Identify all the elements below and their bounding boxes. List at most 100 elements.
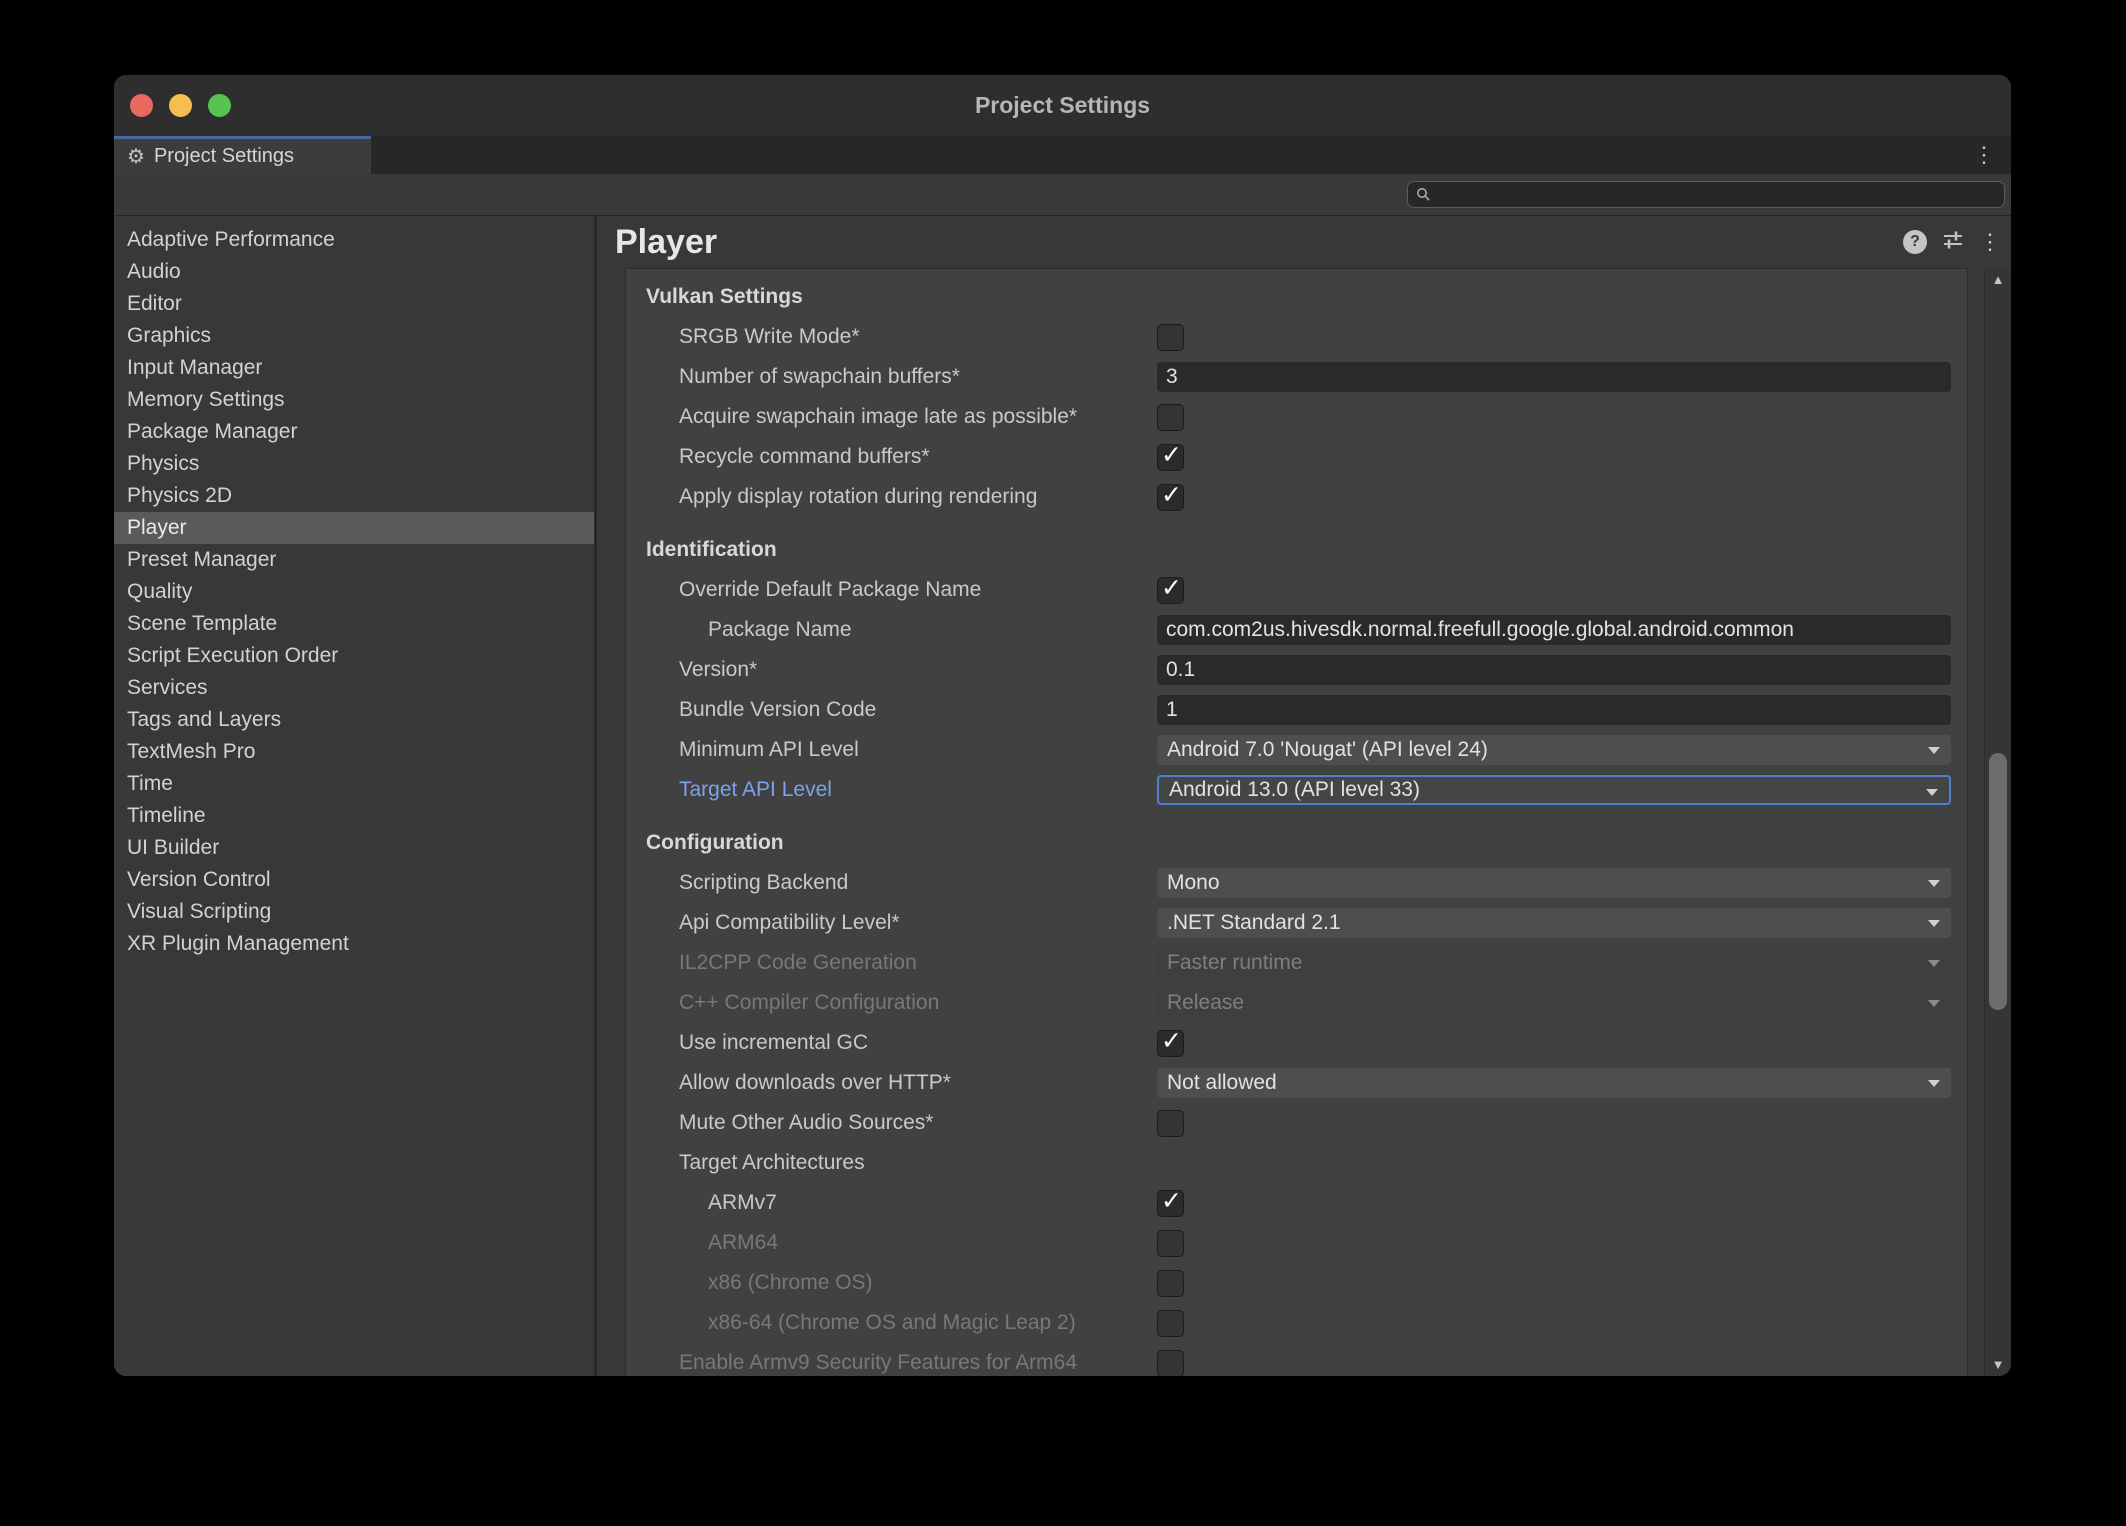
sidebar-item-player[interactable]: Player bbox=[114, 512, 594, 544]
scroll-down-icon[interactable]: ▼ bbox=[1985, 1357, 2011, 1372]
il2cpp-code-generation-dropdown: Faster runtime bbox=[1157, 948, 1951, 978]
field-value: 1 bbox=[1166, 698, 1178, 722]
sidebar-item-xr-plugin-management[interactable]: XR Plugin Management bbox=[114, 928, 594, 960]
sidebar-item-time[interactable]: Time bbox=[114, 768, 594, 800]
sidebar-item-script-execution-order[interactable]: Script Execution Order bbox=[114, 640, 594, 672]
x86-chrome-os-checkbox bbox=[1157, 1270, 1184, 1297]
sidebar-item-tags-and-layers[interactable]: Tags and Layers bbox=[114, 704, 594, 736]
row-arm64: ARM64 bbox=[626, 1223, 1967, 1263]
target-api-level-dropdown[interactable]: Android 13.0 (API level 33) bbox=[1157, 775, 1951, 805]
acquire-swapchain-image-late-as-possible-checkbox[interactable] bbox=[1157, 404, 1184, 431]
sidebar-item-package-manager[interactable]: Package Manager bbox=[114, 416, 594, 448]
row-x86-chrome-os: x86 (Chrome OS) bbox=[626, 1263, 1967, 1303]
section-header-configuration: Configuration bbox=[626, 823, 1967, 863]
mute-other-audio-sources-checkbox[interactable] bbox=[1157, 1110, 1184, 1137]
search-input[interactable] bbox=[1437, 181, 2004, 208]
tab-project-settings[interactable]: ⚙ Project Settings bbox=[114, 136, 371, 174]
version-field[interactable]: 0.1 bbox=[1157, 655, 1951, 685]
c-compiler-configuration-dropdown: Release bbox=[1157, 988, 1951, 1018]
sidebar-item-memory-settings[interactable]: Memory Settings bbox=[114, 384, 594, 416]
sidebar-item-graphics[interactable]: Graphics bbox=[114, 320, 594, 352]
preset-sliders-icon[interactable] bbox=[1942, 229, 1964, 256]
row-recycle-command-buffers: Recycle command buffers*✓ bbox=[626, 437, 1967, 477]
sidebar-item-adaptive-performance[interactable]: Adaptive Performance bbox=[114, 224, 594, 256]
row-label-minimum-api-level: Minimum API Level bbox=[626, 738, 1157, 762]
row-allow-downloads-over-http: Allow downloads over HTTP*Not allowed bbox=[626, 1063, 1967, 1103]
sidebar-item-quality[interactable]: Quality bbox=[114, 576, 594, 608]
tab-label: Project Settings bbox=[154, 145, 294, 168]
row-label-scripting-backend: Scripting Backend bbox=[626, 871, 1157, 895]
row-minimum-api-level: Minimum API LevelAndroid 7.0 'Nougat' (A… bbox=[626, 730, 1967, 770]
help-icon[interactable]: ? bbox=[1903, 230, 1927, 254]
x86-64-chrome-os-and-magic-leap-2-checkbox bbox=[1157, 1310, 1184, 1337]
row-label-il2cpp-code-generation: IL2CPP Code Generation bbox=[626, 951, 1157, 975]
bundle-version-code-field[interactable]: 1 bbox=[1157, 695, 1951, 725]
header-icons: ? ⋮ bbox=[1903, 216, 2001, 268]
section-header-vulkan-settings: Vulkan Settings bbox=[626, 277, 1967, 317]
sidebar-item-ui-builder[interactable]: UI Builder bbox=[114, 832, 594, 864]
search-box[interactable] bbox=[1407, 181, 2005, 208]
project-settings-window: Project Settings ⚙ Project Settings ⋮ Ad… bbox=[114, 75, 2011, 1376]
scripting-backend-dropdown[interactable]: Mono bbox=[1157, 868, 1951, 898]
close-button[interactable] bbox=[130, 94, 153, 117]
row-label-armv7: ARMv7 bbox=[626, 1191, 1157, 1215]
row-label-target-api-level: Target API Level bbox=[626, 778, 1157, 802]
package-name-field[interactable]: com.com2us.hivesdk.normal.freefull.googl… bbox=[1157, 615, 1951, 645]
row-label-arm64: ARM64 bbox=[626, 1231, 1157, 1255]
apply-display-rotation-during-rendering-checkbox[interactable]: ✓ bbox=[1157, 484, 1184, 511]
sidebar-item-scene-template[interactable]: Scene Template bbox=[114, 608, 594, 640]
page-title: Player bbox=[597, 223, 717, 262]
recycle-command-buffers-checkbox[interactable]: ✓ bbox=[1157, 444, 1184, 471]
row-label-api-compatibility-level: Api Compatibility Level* bbox=[626, 911, 1157, 935]
api-compatibility-level-dropdown[interactable]: .NET Standard 2.1 bbox=[1157, 908, 1951, 938]
row-c-compiler-configuration: C++ Compiler ConfigurationRelease bbox=[626, 983, 1967, 1023]
row-label-use-incremental-gc: Use incremental GC bbox=[626, 1031, 1157, 1055]
vertical-scrollbar: ▲ ▼ bbox=[1984, 268, 2011, 1376]
sidebar-item-input-manager[interactable]: Input Manager bbox=[114, 352, 594, 384]
armv7-checkbox[interactable]: ✓ bbox=[1157, 1190, 1184, 1217]
content-header: Player bbox=[597, 216, 2011, 268]
minimum-api-level-dropdown[interactable]: Android 7.0 'Nougat' (API level 24) bbox=[1157, 735, 1951, 765]
scroll-up-icon[interactable]: ▲ bbox=[1985, 272, 2011, 287]
row-scripting-backend: Scripting BackendMono bbox=[626, 863, 1967, 903]
row-package-name: Package Namecom.com2us.hivesdk.normal.fr… bbox=[626, 610, 1967, 650]
row-label-enable-armv9-security-features-for-arm64: Enable Armv9 Security Features for Arm64 bbox=[626, 1351, 1157, 1375]
row-srgb-write-mode: SRGB Write Mode* bbox=[626, 317, 1967, 357]
sidebar-item-textmesh-pro[interactable]: TextMesh Pro bbox=[114, 736, 594, 768]
sidebar-item-services[interactable]: Services bbox=[114, 672, 594, 704]
dropdown-value: Faster runtime bbox=[1167, 951, 1302, 975]
sidebar-item-physics[interactable]: Physics bbox=[114, 448, 594, 480]
player-settings-panel: Vulkan SettingsSRGB Write Mode*Number of… bbox=[625, 268, 1968, 1376]
number-of-swapchain-buffers-field[interactable]: 3 bbox=[1157, 362, 1951, 392]
title-bar: Project Settings bbox=[114, 75, 2011, 136]
traffic-lights bbox=[130, 94, 231, 117]
sidebar-item-editor[interactable]: Editor bbox=[114, 288, 594, 320]
tab-overflow-menu-icon[interactable]: ⋮ bbox=[1973, 136, 1995, 174]
more-options-icon[interactable]: ⋮ bbox=[1979, 229, 2001, 255]
window-title: Project Settings bbox=[114, 75, 2011, 136]
section-header-identification: Identification bbox=[626, 530, 1967, 570]
override-default-package-name-checkbox[interactable]: ✓ bbox=[1157, 577, 1184, 604]
row-target-api-level: Target API Level Android 13.0 (API level … bbox=[626, 770, 1967, 810]
minimize-button[interactable] bbox=[169, 94, 192, 117]
row-label-bundle-version-code: Bundle Version Code bbox=[626, 698, 1157, 722]
sidebar-item-version-control[interactable]: Version Control bbox=[114, 864, 594, 896]
allow-downloads-over-http-dropdown[interactable]: Not allowed bbox=[1157, 1068, 1951, 1098]
sidebar-item-visual-scripting[interactable]: Visual Scripting bbox=[114, 896, 594, 928]
sidebar-item-physics-2d[interactable]: Physics 2D bbox=[114, 480, 594, 512]
sidebar-item-preset-manager[interactable]: Preset Manager bbox=[114, 544, 594, 576]
enable-armv9-security-features-for-arm64-checkbox bbox=[1157, 1350, 1184, 1377]
use-incremental-gc-checkbox[interactable]: ✓ bbox=[1157, 1030, 1184, 1057]
dropdown-value: Android 13.0 (API level 33) bbox=[1169, 778, 1420, 802]
field-value: com.com2us.hivesdk.normal.freefull.googl… bbox=[1166, 618, 1794, 642]
field-value: 0.1 bbox=[1166, 658, 1195, 682]
row-label-c-compiler-configuration: C++ Compiler Configuration bbox=[626, 991, 1157, 1015]
sidebar-item-audio[interactable]: Audio bbox=[114, 256, 594, 288]
sidebar-item-timeline[interactable]: Timeline bbox=[114, 800, 594, 832]
search-toolbar bbox=[114, 174, 2011, 216]
gear-icon: ⚙ bbox=[127, 147, 145, 167]
zoom-button[interactable] bbox=[208, 94, 231, 117]
scrollbar-thumb[interactable] bbox=[1989, 753, 2007, 1010]
srgb-write-mode-checkbox[interactable] bbox=[1157, 324, 1184, 351]
row-label-recycle-command-buffers: Recycle command buffers* bbox=[626, 445, 1157, 469]
